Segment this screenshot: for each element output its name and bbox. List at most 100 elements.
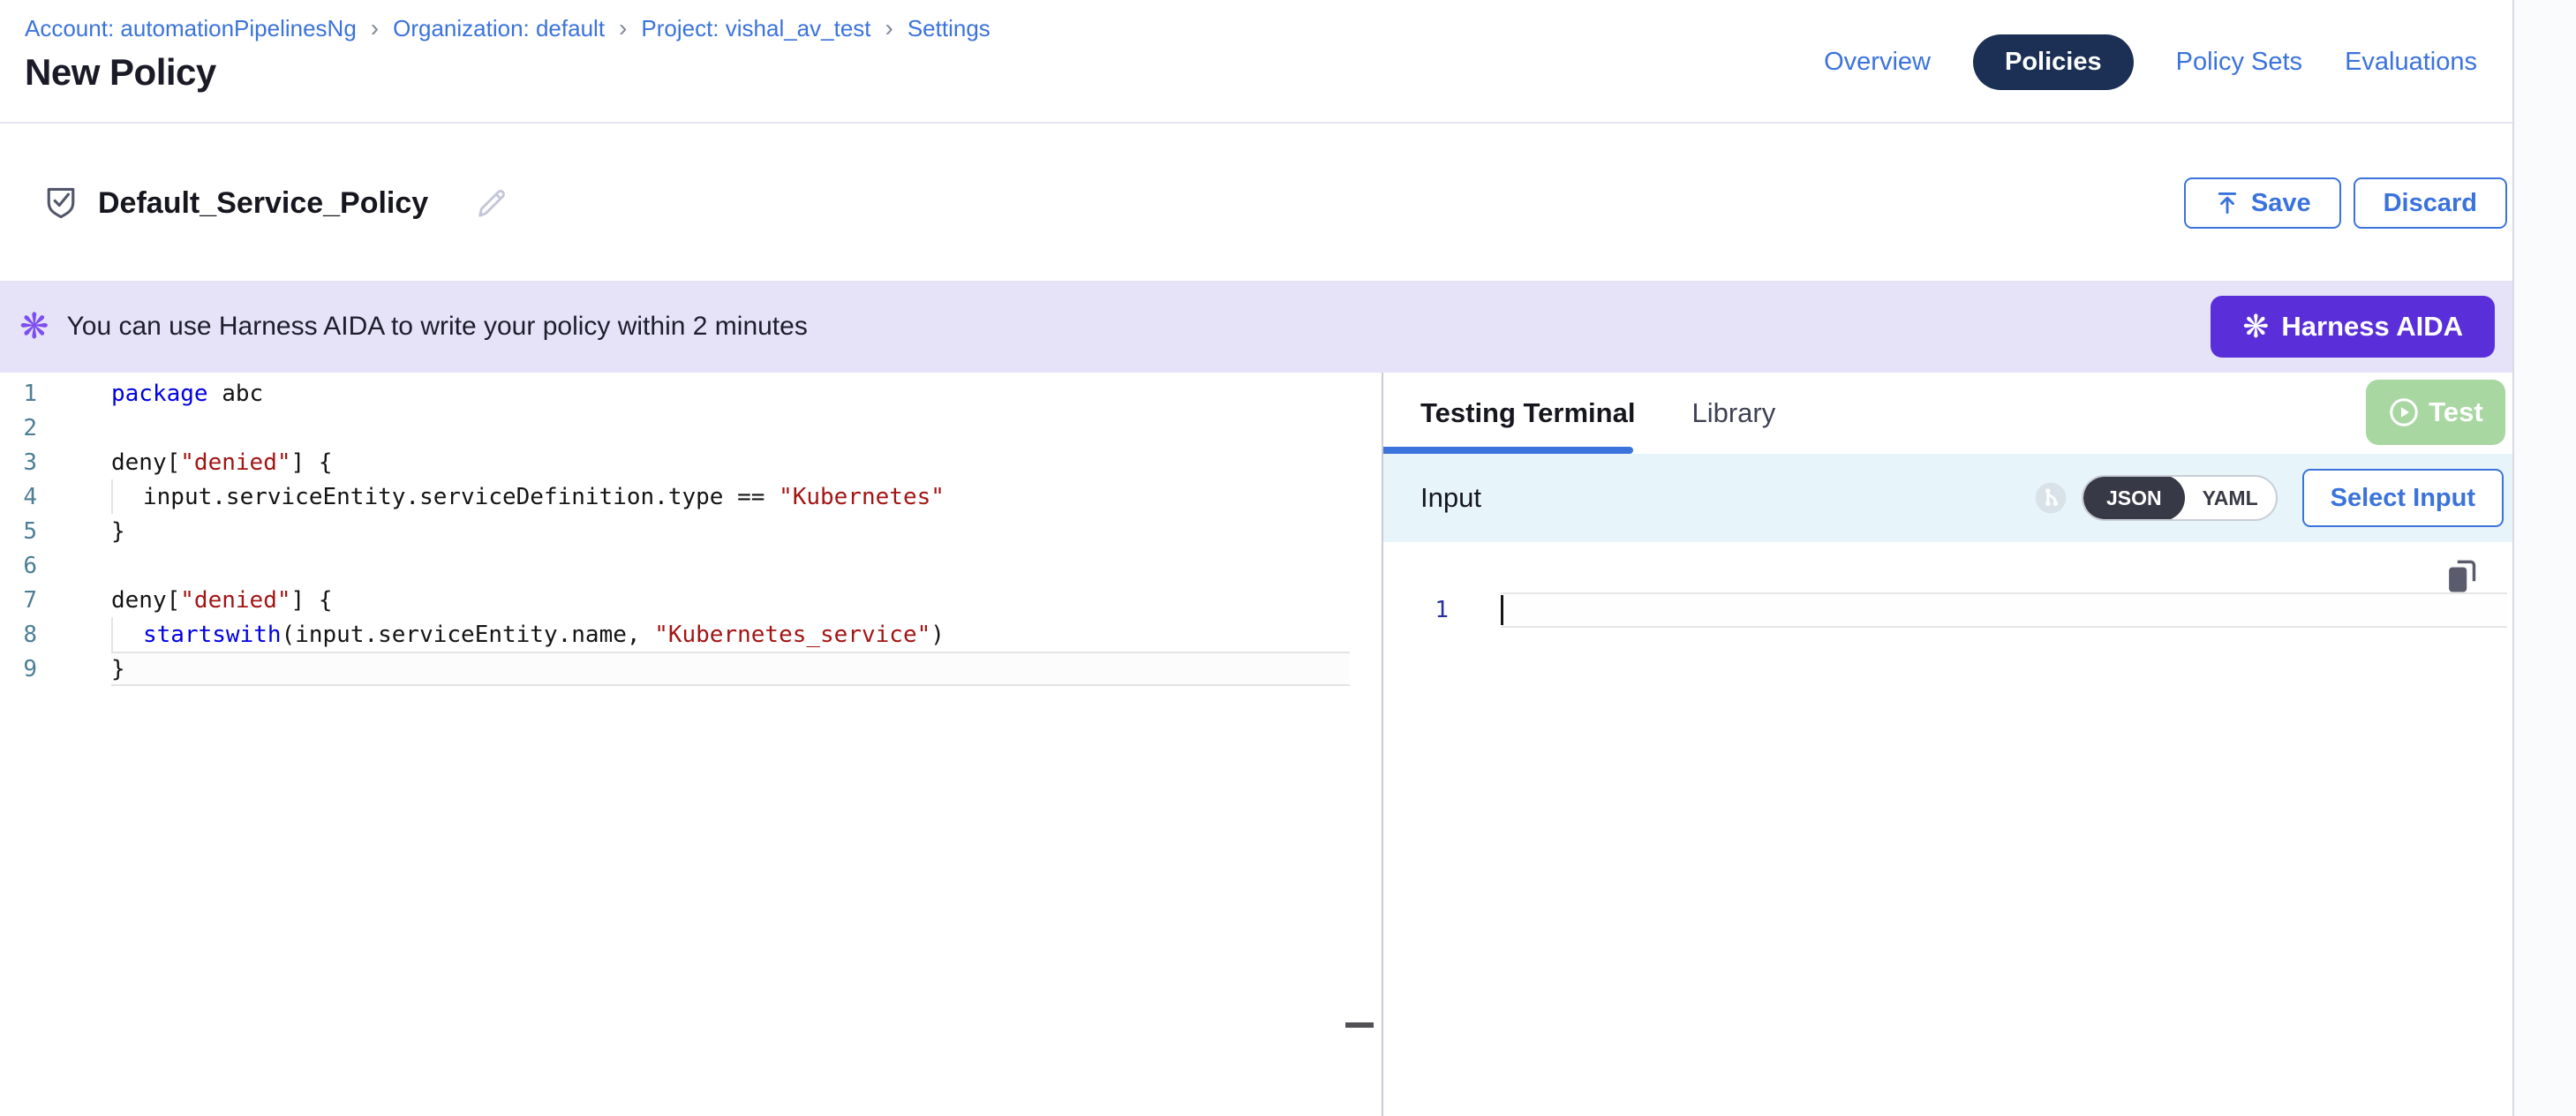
code-line-1[interactable]: 1 package abc (0, 376, 1382, 411)
format-option-yaml[interactable]: YAML (2185, 475, 2276, 521)
breadcrumb-separator: › (371, 14, 379, 42)
code-content (111, 411, 1350, 445)
code-line-4[interactable]: 4 input.serviceEntity.serviceDefinition.t… (0, 479, 1382, 514)
testing-panel: Testing Terminal Library Test Input (1383, 373, 2512, 1116)
line-number: 1 (1383, 597, 1449, 623)
code-line-2[interactable]: 2 (0, 411, 1382, 445)
code-content: } (111, 652, 1350, 686)
indent-guide (111, 617, 143, 652)
line-number: 3 (0, 449, 37, 476)
tab-library[interactable]: Library (1691, 397, 1775, 429)
policy-header-bar: Default_Service_Policy Save Discard (0, 125, 2512, 281)
code-content: package abc (111, 376, 1350, 411)
code-token: ] { (291, 449, 333, 476)
breadcrumb-item-project[interactable]: Project: vishal_av_test (641, 15, 870, 42)
test-button[interactable]: Test (2366, 380, 2505, 445)
code-token: deny[ (111, 587, 180, 614)
copy-icon[interactable] (2444, 556, 2481, 597)
discard-button[interactable]: Discard (2354, 177, 2507, 229)
input-editor[interactable]: 1 (1383, 542, 2512, 1116)
code-token: } (111, 656, 125, 682)
code-token: ] { (291, 587, 333, 614)
code-line-6[interactable]: 6 (0, 548, 1382, 583)
rego-code-editor[interactable]: 1package abc23deny["denied"] {4input.ser… (0, 373, 1382, 1116)
line-number: 7 (0, 587, 37, 614)
module-tabs: Overview Policies Policy Sets Evaluations (1824, 0, 2477, 124)
indent-guide (111, 479, 143, 514)
breadcrumb-item-account[interactable]: Account: automationPipelinesNg (25, 15, 357, 42)
input-section-header: Input JSONYAML Select Input (1383, 454, 2512, 542)
code-line-3[interactable]: 3 deny["denied"] { (0, 445, 1382, 479)
branch-icon[interactable] (2034, 481, 2068, 515)
input-line-content[interactable] (1501, 592, 2507, 628)
aida-flower-icon: ❋ (19, 309, 49, 344)
format-toggle: JSONYAML (2082, 475, 2278, 521)
breadcrumb: Account: automationPipelinesNg › Organizat… (25, 14, 990, 42)
code-token: "denied" (180, 587, 290, 614)
line-number: 8 (0, 622, 37, 648)
save-button[interactable]: Save (2184, 177, 2341, 229)
aida-button-label: Harness AIDA (2281, 311, 2463, 343)
test-button-label: Test (2429, 396, 2482, 428)
module-tab-policies[interactable]: Policies (1973, 34, 2134, 90)
code-line-7[interactable]: 7 deny["denied"] { (0, 583, 1382, 617)
code-token: ) (930, 622, 945, 648)
discard-label: Discard (2384, 189, 2477, 218)
line-number: 5 (0, 518, 37, 545)
code-token: deny[ (111, 449, 180, 476)
code-content: deny["denied"] { (111, 445, 1350, 479)
line-number: 6 (0, 553, 37, 579)
save-label: Save (2251, 189, 2311, 218)
code-line-5[interactable]: 5} (0, 514, 1382, 548)
format-option-json[interactable]: JSON (2083, 475, 2185, 521)
code-content: startswith(input.serviceEntity.name, "Ku… (111, 617, 1350, 652)
text-cursor (1501, 595, 1503, 625)
breadcrumb-item-settings[interactable]: Settings (908, 15, 990, 42)
breadcrumb-item-organization[interactable]: Organization: default (393, 15, 605, 42)
code-content: } (111, 514, 1350, 548)
code-content: input.serviceEntity.serviceDefinition.ty… (111, 479, 1350, 514)
editor-scrollbar-thumb[interactable] (1345, 1022, 1374, 1028)
page-header: Account: automationPipelinesNg › Organizat… (0, 0, 2512, 124)
code-line-8[interactable]: 8 startswith(input.serviceEntity.name, "K… (0, 617, 1382, 652)
new-policy-page: Account: automationPipelinesNg › Organizat… (0, 0, 2576, 1116)
module-tab-overview[interactable]: Overview (1824, 48, 1931, 77)
shield-check-icon (41, 182, 80, 224)
line-number: 9 (0, 656, 37, 682)
code-token: } (111, 518, 125, 545)
breadcrumb-separator: › (885, 14, 893, 42)
edit-pencil-icon[interactable] (474, 185, 509, 221)
code-line-9[interactable]: 9} (0, 652, 1382, 686)
testing-panel-tabs-row: Testing Terminal Library Test (1383, 373, 2512, 454)
module-tab-evaluations[interactable]: Evaluations (2345, 48, 2477, 77)
line-number: 2 (0, 415, 37, 441)
select-input-button[interactable]: Select Input (2302, 469, 2504, 527)
module-tab-policy-sets[interactable]: Policy Sets (2176, 48, 2302, 77)
line-number: 1 (0, 381, 37, 407)
code-token: abc (208, 381, 264, 407)
aida-flower-icon: ❋ (2242, 311, 2269, 343)
harness-aida-button[interactable]: ❋ Harness AIDA (2211, 296, 2495, 358)
line-number: 4 (0, 484, 37, 510)
code-token: package (111, 381, 208, 407)
policy-name: Default_Service_Policy (98, 186, 428, 221)
terminal-tabs: Testing Terminal Library (1420, 397, 1775, 429)
input-editor-line[interactable]: 1 (1383, 592, 2512, 628)
code-token: "denied" (180, 449, 290, 476)
input-section-title: Input (1420, 482, 1481, 514)
aida-banner-message: You can use Harness AIDA to write your p… (67, 312, 808, 342)
code-token: (input.serviceEntity.name, (282, 622, 655, 648)
upload-icon (2214, 190, 2241, 216)
code-token: "Kubernetes" (779, 484, 945, 510)
code-content: deny["denied"] { (111, 583, 1350, 617)
code-token: startswith (143, 622, 282, 648)
page-right-gutter (2512, 0, 2576, 1116)
main-content: 1package abc23deny["denied"] {4input.ser… (0, 373, 2512, 1116)
play-circle-icon (2388, 396, 2420, 428)
active-tab-underline (1383, 447, 1633, 454)
aida-banner: ❋ You can use Harness AIDA to write your… (0, 281, 2512, 373)
code-token: input.serviceEntity.serviceDefinition.ty… (143, 484, 779, 510)
tab-testing-terminal[interactable]: Testing Terminal (1420, 397, 1635, 429)
breadcrumb-separator: › (619, 14, 627, 42)
policy-actions: Save Discard (2184, 177, 2507, 229)
